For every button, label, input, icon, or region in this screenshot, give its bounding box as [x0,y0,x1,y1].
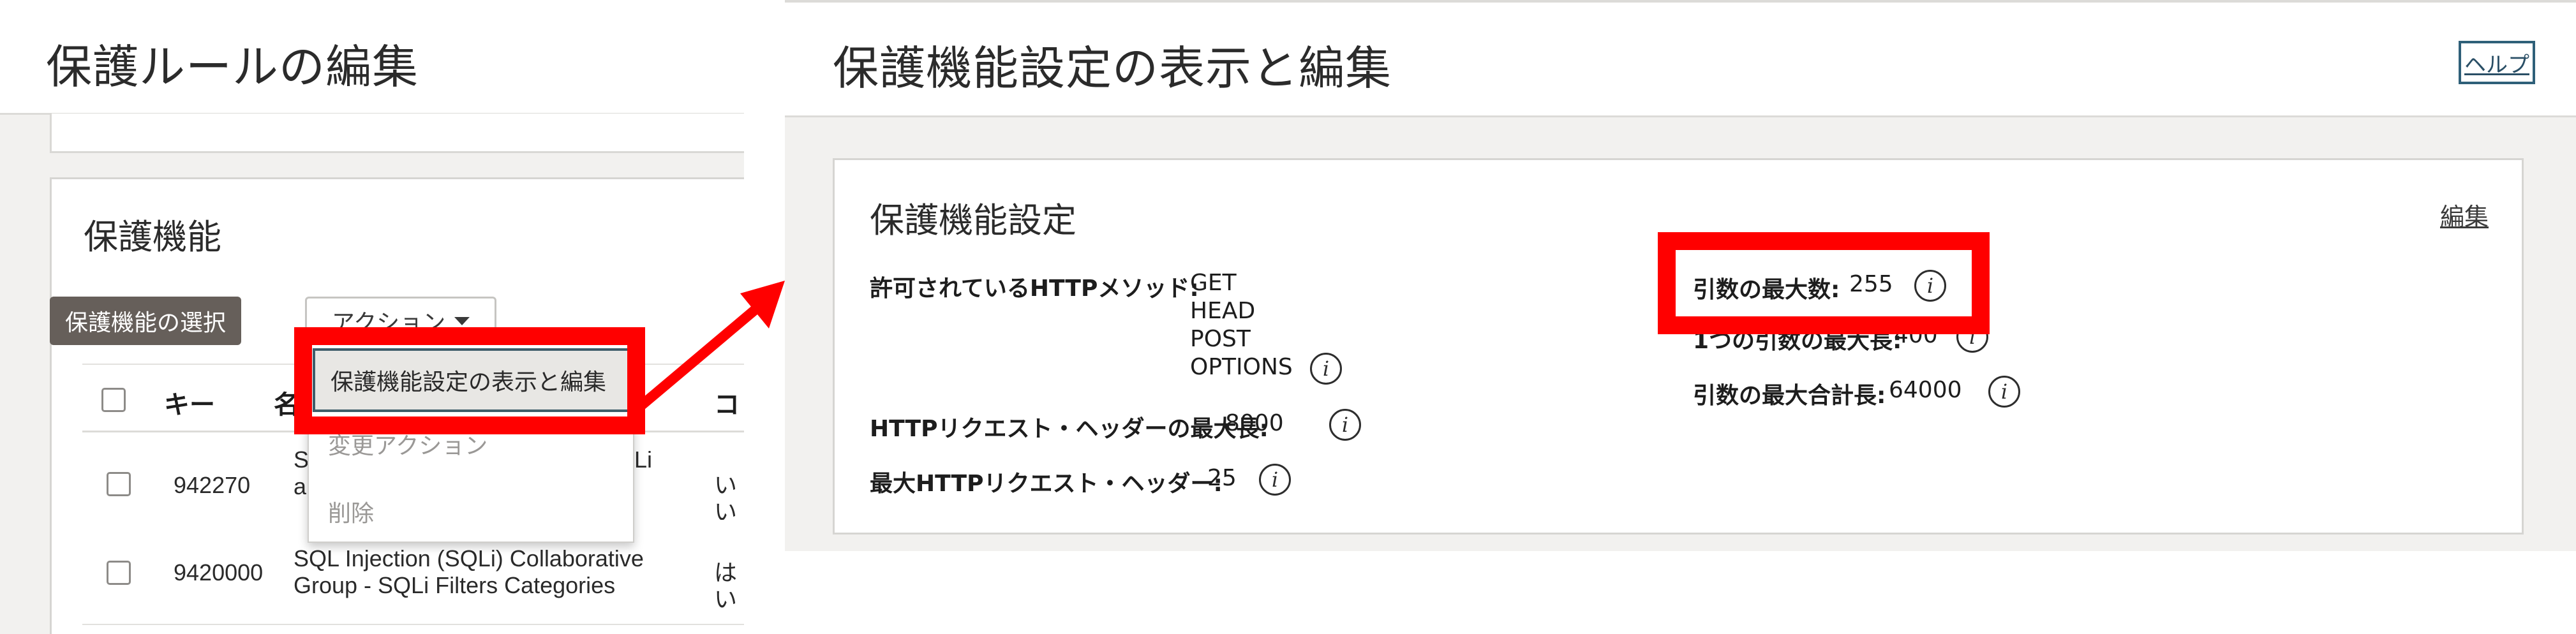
row-name-line1: S [294,446,309,473]
caret-down-icon [454,316,470,325]
row-key: 9420000 [174,559,264,586]
menu-item-delete[interactable]: 削除 [328,495,374,528]
highlight-box-menu-item [294,327,645,434]
max-header-length-label: HTTPリクエスト・ヘッダーの最大長: [870,416,1269,442]
row-checkbox[interactable] [107,472,131,496]
allowed-method: OPTIONS [1190,354,1293,380]
arrow-right-icon [634,281,785,413]
info-icon[interactable]: i [1329,409,1361,441]
row-name-line1: SQL Injection (SQLi) Collaborative [294,545,644,571]
page-title: 保護ルールの編集 [46,40,419,94]
highlight-box-max-args [1658,232,1990,334]
max-total-args-value: 64000 [1889,377,1962,403]
row-checkbox[interactable] [107,561,131,585]
card-title: 保護機能設定 [870,200,1076,240]
allowed-method: GET [1190,270,1237,296]
page-title: 保護機能設定の表示と編集 [833,41,1392,95]
edit-link[interactable]: 編集 [2440,197,2489,232]
row-name-line2: Group - SQLi Filters Categories [294,572,616,598]
section-title: 保護機能 [84,217,221,257]
help-link[interactable]: ヘルプ [2459,41,2535,84]
view-edit-settings-panel: 保護機能設定の表示と編集 ヘルプ 保護機能設定 編集 許可されているHTTPメソ… [785,0,2576,634]
max-header-length-value: 8000 [1225,410,1284,436]
allowed-method: HEAD [1190,298,1256,324]
row-col3: いい [714,472,738,525]
info-icon[interactable]: i [1310,353,1342,385]
max-total-args-label: 引数の最大合計長: [1693,383,1886,409]
max-headers-value: 25 [1207,465,1237,491]
left-header: 保護ルールの編集 [0,0,744,115]
select-capabilities-button[interactable]: 保護機能の選択 [50,297,241,345]
select-all-checkbox[interactable] [101,388,126,412]
row-name-line1-tail: Li [634,446,653,473]
allowed-method: POST [1190,326,1251,352]
protection-settings-card: 保護機能設定 編集 許可されているHTTPメソッド: GET HEAD POST… [833,158,2524,534]
previous-section-card [50,114,744,153]
max-headers-label: 最大HTTPリクエスト・ヘッダー: [870,471,1223,497]
row-key: 942270 [174,472,251,498]
allowed-methods-label: 許可されているHTTPメソッド: [870,276,1199,302]
info-icon[interactable]: i [1259,464,1291,496]
column-header-key[interactable]: キー [164,384,215,421]
row-col3: はい [714,559,738,612]
right-header: 保護機能設定の表示と編集 ヘルプ [785,3,2576,117]
info-icon[interactable]: i [1988,376,2020,408]
row-name-line2: a [294,473,307,499]
